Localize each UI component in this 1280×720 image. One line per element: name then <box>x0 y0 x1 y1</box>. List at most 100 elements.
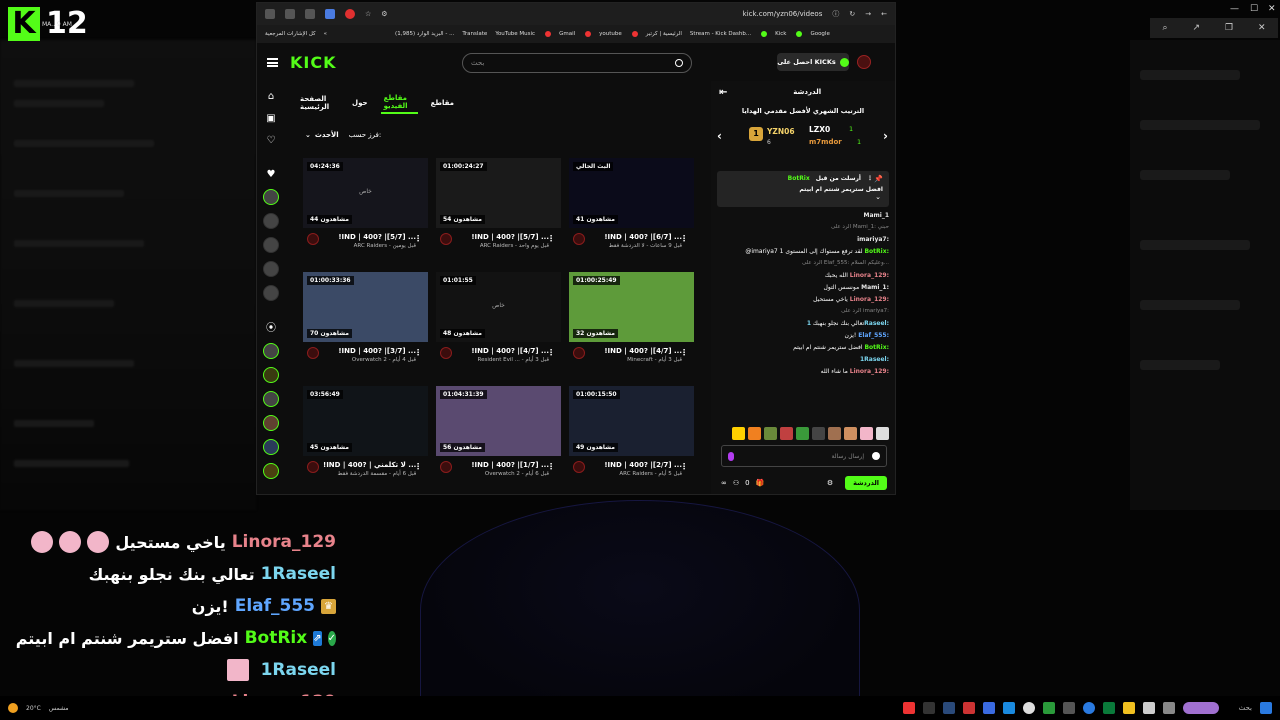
followed-channel-avatar[interactable] <box>263 439 279 455</box>
kebab-icon[interactable]: ⋮ <box>547 234 555 243</box>
video-title[interactable]: !IND | 400? |[5/7] ... <box>323 233 416 241</box>
followed-channel-avatar[interactable] <box>263 343 279 359</box>
channel-avatar[interactable] <box>440 347 452 359</box>
video-card[interactable]: 03:56:49 45 مشاهدون !IND | 400? | لا تكلمن… <box>303 386 428 486</box>
task-view-icon[interactable] <box>1182 702 1219 714</box>
emote[interactable] <box>748 427 761 440</box>
close-window-icon[interactable]: ✕ <box>1268 4 1276 14</box>
followed-channel-avatar[interactable] <box>263 189 279 205</box>
video-thumbnail[interactable]: 03:56:49 45 مشاهدون <box>303 386 428 456</box>
bookmark-item[interactable]: Stream - Kick Dashb... <box>690 31 751 37</box>
channel-avatar[interactable] <box>573 347 585 359</box>
bookmark-item[interactable]: youtube <box>599 31 622 37</box>
menu-icon[interactable] <box>267 57 278 67</box>
settings-icon[interactable]: ⚙ <box>827 479 833 487</box>
bookmark-item[interactable]: البريد الوارد (1,985) - ... <box>395 31 454 37</box>
chevron-icon[interactable]: « <box>324 31 327 37</box>
followed-channel-avatar[interactable] <box>263 463 279 479</box>
kebab-icon[interactable]: ⋮ <box>414 234 422 243</box>
bookmark-item[interactable]: YouTube Music <box>495 31 535 37</box>
video-title[interactable]: !IND | 400? | لا تكلمني ... <box>323 461 416 469</box>
folder-icon[interactable] <box>1122 702 1135 714</box>
kebab-icon[interactable]: ⋮ <box>414 348 422 357</box>
video-card[interactable]: 01:00:24:27 54 مشاهدون !IND | 400? |[5/7] … <box>436 158 561 258</box>
app-icon[interactable] <box>1022 702 1035 714</box>
zoom-icon[interactable]: ⌕ <box>1162 23 1167 33</box>
channel-avatar[interactable] <box>573 461 585 473</box>
favorites-icon[interactable]: ♥ <box>265 169 277 181</box>
video-title[interactable]: !IND | 400? |[1/7] ... <box>456 461 549 469</box>
emote[interactable] <box>732 427 745 440</box>
app-icon[interactable] <box>922 702 935 714</box>
info-icon[interactable]: ⓘ <box>832 9 839 19</box>
chat-username[interactable]: Elaf_555: <box>858 332 889 339</box>
emote[interactable] <box>844 427 857 440</box>
kebab-icon[interactable]: ⋮ <box>414 462 422 471</box>
tab-icon[interactable] <box>305 9 315 19</box>
extension-icon[interactable] <box>265 9 275 19</box>
bookmark-item[interactable]: Translate <box>462 31 487 37</box>
tune-icon[interactable]: ⚙ <box>381 10 387 18</box>
channel-avatar[interactable] <box>440 461 452 473</box>
bookmark-item[interactable]: Google <box>810 31 829 37</box>
app-icon[interactable] <box>1062 702 1075 714</box>
collapse-chat-icon[interactable]: ⇤ <box>719 87 727 98</box>
emote[interactable] <box>764 427 777 440</box>
emote[interactable] <box>828 427 841 440</box>
kebab-icon[interactable]: ⋮ <box>547 462 555 471</box>
video-thumbnail[interactable]: 01:00:15:50 49 مشاهدون <box>569 386 694 456</box>
video-card[interactable]: 01:04:31:39 56 مشاهدون !IND | 400? |[1/7] … <box>436 386 561 486</box>
chat-username[interactable]: Linora_129: <box>850 368 889 375</box>
gift-icon[interactable]: 🎁 <box>756 479 765 487</box>
emote[interactable] <box>796 427 809 440</box>
bookmark-item[interactable]: الرئيسية | كرتير <box>646 31 682 37</box>
get-kicks-button[interactable]: احصل على KICKs <box>777 53 849 71</box>
copy-icon[interactable]: ❐ <box>1225 23 1233 33</box>
chrome-icon[interactable] <box>1082 702 1095 714</box>
video-card[interactable]: البث الحالي 41 مشاهدون !IND | 400? |[6/7] … <box>569 158 694 258</box>
video-card[interactable]: 01:00:25:49 32 مشاهدون !IND | 400? |[4/7] … <box>569 272 694 372</box>
chat-username[interactable]: imariya7: <box>857 236 889 243</box>
chat-username[interactable]: Mami_1: <box>861 284 889 291</box>
tab-clips[interactable]: مقاطع <box>428 97 457 109</box>
followed-channel-avatar[interactable] <box>263 237 279 253</box>
app-icon[interactable] <box>1162 702 1175 714</box>
extension-icon[interactable] <box>285 9 295 19</box>
home-icon[interactable]: ⌂ <box>265 91 277 103</box>
minimize-icon[interactable]: — <box>1230 4 1239 14</box>
chevron-right-icon[interactable]: › <box>883 129 888 143</box>
app-icon[interactable] <box>1142 702 1155 714</box>
taskbar-search[interactable]: بحث <box>1239 704 1252 712</box>
chat-username[interactable]: Mami_1 <box>863 212 889 219</box>
app-icon[interactable] <box>962 702 975 714</box>
bookmark-item[interactable]: كل الإشارات المرجعية <box>265 31 316 37</box>
emote[interactable] <box>812 427 825 440</box>
channel-avatar[interactable] <box>440 233 452 245</box>
emote[interactable] <box>876 427 889 440</box>
tab-about[interactable]: حول <box>349 97 371 109</box>
app-icon[interactable] <box>902 702 915 714</box>
avatar[interactable] <box>857 55 871 69</box>
video-title[interactable]: !IND | 400? |[4/7] ... <box>456 347 549 355</box>
maximize-icon[interactable]: ☐ <box>1250 4 1258 14</box>
video-thumbnail[interactable]: 01:04:31:39 56 مشاهدون <box>436 386 561 456</box>
chat-username[interactable]: Linora_129: <box>850 296 889 303</box>
app-icon[interactable] <box>1002 702 1015 714</box>
video-card[interactable]: خاص 04:24:36 44 مشاهدون !IND | 400? |[5/7] … <box>303 158 428 258</box>
chat-input[interactable]: إرسال رسالة <box>721 445 887 467</box>
kebab-icon[interactable]: ⋮ <box>867 175 873 182</box>
video-title[interactable]: !IND | 400? |[4/7] ... <box>589 347 682 355</box>
steam-icon[interactable] <box>942 702 955 714</box>
app-icon[interactable] <box>1102 702 1115 714</box>
back-icon[interactable]: ← <box>881 10 887 18</box>
reload-icon[interactable]: ↻ <box>849 10 855 18</box>
channel-avatar[interactable] <box>307 461 319 473</box>
close-icon[interactable]: ✕ <box>1258 23 1266 33</box>
kebab-icon[interactable]: ⋮ <box>680 348 688 357</box>
followed-channel-avatar[interactable] <box>263 415 279 431</box>
search-input[interactable]: بحث <box>462 53 692 73</box>
video-thumbnail[interactable]: 01:00:24:27 54 مشاهدون <box>436 158 561 228</box>
emote[interactable] <box>780 427 793 440</box>
kebab-icon[interactable]: ⋮ <box>547 348 555 357</box>
users-icon[interactable]: ⚇ <box>733 479 739 487</box>
